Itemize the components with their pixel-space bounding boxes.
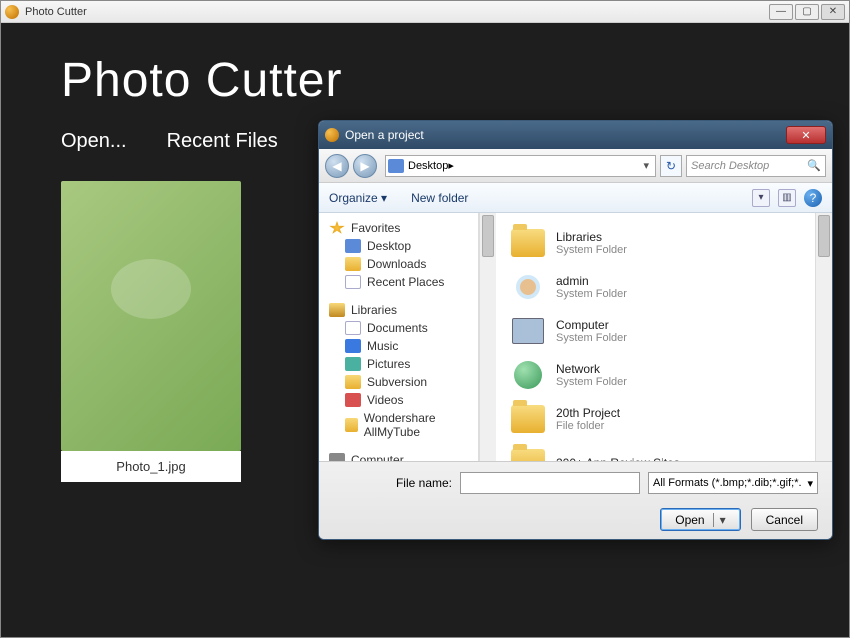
open-split-icon[interactable]: ▾: [713, 513, 726, 527]
titlebar: Photo Cutter — ▢ ✕: [1, 1, 849, 23]
folder-icon: [345, 375, 361, 389]
search-placeholder: Search Desktop: [691, 160, 769, 172]
help-button[interactable]: ?: [804, 189, 822, 207]
desktop-icon: [388, 159, 404, 173]
dialog-title: Open a project: [345, 128, 424, 142]
videos-icon: [345, 393, 361, 407]
tree-favorites[interactable]: Favorites: [319, 219, 478, 237]
file-list: LibrariesSystem Folder adminSystem Folde…: [496, 213, 832, 461]
dialog-icon: [325, 128, 339, 142]
preview-pane-button[interactable]: ▥: [778, 189, 796, 207]
libraries-icon: [329, 303, 345, 317]
recent-file-card[interactable]: Photo_1.jpg: [61, 181, 241, 482]
location-chevron-icon: ▸: [448, 159, 454, 172]
address-bar[interactable]: Desktop ▸ ▾: [385, 155, 656, 177]
star-icon: [329, 221, 345, 235]
recent-icon: [345, 275, 361, 289]
list-item[interactable]: LibrariesSystem Folder: [496, 221, 832, 265]
folder-icon: [345, 257, 361, 271]
libraries-icon: [511, 229, 545, 257]
tree-item-documents[interactable]: Documents: [319, 319, 478, 337]
open-file-dialog: Open a project ✕ ◀ ▶ Desktop ▸ ▾ ↻ Searc…: [318, 120, 833, 540]
folder-icon: [511, 405, 545, 433]
folder-icon: [511, 449, 545, 461]
dialog-close-button[interactable]: ✕: [786, 126, 826, 144]
organize-button[interactable]: Organize ▾: [329, 191, 387, 205]
new-folder-button[interactable]: New folder: [411, 191, 468, 205]
nav-back-button[interactable]: ◀: [325, 154, 349, 178]
tree-libraries[interactable]: Libraries: [319, 301, 478, 319]
thumbnail-filename: Photo_1.jpg: [61, 451, 241, 482]
open-button[interactable]: Open▾: [660, 508, 740, 531]
dialog-footer: File name: All Formats (*.bmp;*.dib;*.gi…: [319, 461, 832, 540]
app-icon: [5, 5, 19, 19]
list-scrollbar[interactable]: [815, 213, 832, 461]
tree-item-subversion[interactable]: Subversion: [319, 373, 478, 391]
search-input[interactable]: Search Desktop 🔍: [686, 155, 826, 177]
cancel-button[interactable]: Cancel: [751, 508, 818, 531]
dialog-navbar: ◀ ▶ Desktop ▸ ▾ ↻ Search Desktop 🔍: [319, 149, 832, 183]
tree-item-recent-places[interactable]: Recent Places: [319, 273, 478, 291]
tree-item-music[interactable]: Music: [319, 337, 478, 355]
user-icon: [516, 275, 540, 299]
list-item[interactable]: 20th ProjectFile folder: [496, 397, 832, 441]
dialog-titlebar: Open a project ✕: [319, 121, 832, 149]
computer-icon: [512, 318, 544, 344]
close-button[interactable]: ✕: [821, 4, 845, 20]
list-item[interactable]: adminSystem Folder: [496, 265, 832, 309]
computer-icon: [329, 453, 345, 461]
thumbnail-image: [61, 181, 241, 451]
tree-scrollbar[interactable]: [479, 213, 496, 461]
filename-input[interactable]: [460, 472, 640, 494]
desktop-icon: [345, 239, 361, 253]
music-icon: [345, 339, 361, 353]
chevron-down-icon: ▾: [807, 477, 813, 490]
refresh-button[interactable]: ↻: [660, 155, 682, 177]
tree-item-pictures[interactable]: Pictures: [319, 355, 478, 373]
filename-label: File name:: [396, 476, 452, 490]
documents-icon: [345, 321, 361, 335]
window-title: Photo Cutter: [25, 6, 87, 18]
tree-item-wondershare[interactable]: Wondershare AllMyTube: [319, 409, 478, 441]
current-location: Desktop: [408, 160, 448, 172]
dialog-toolbar: Organize ▾ New folder ▾ ▥ ?: [319, 183, 832, 213]
tree-item-videos[interactable]: Videos: [319, 391, 478, 409]
recent-files-menu[interactable]: Recent Files: [167, 130, 278, 153]
minimize-button[interactable]: —: [769, 4, 793, 20]
maximize-button[interactable]: ▢: [795, 4, 819, 20]
file-filter-dropdown[interactable]: All Formats (*.bmp;*.dib;*.gif;*.▾: [648, 472, 818, 494]
nav-tree: Favorites Desktop Downloads Recent Place…: [319, 213, 479, 461]
open-menu[interactable]: Open...: [61, 130, 127, 153]
list-item[interactable]: ComputerSystem Folder: [496, 309, 832, 353]
tree-computer[interactable]: Computer: [319, 451, 478, 461]
nav-forward-button[interactable]: ▶: [353, 154, 377, 178]
list-item[interactable]: NetworkSystem Folder: [496, 353, 832, 397]
view-mode-button[interactable]: ▾: [752, 189, 770, 207]
search-icon: 🔍: [807, 159, 821, 172]
pictures-icon: [345, 357, 361, 371]
address-dropdown-icon[interactable]: ▾: [639, 159, 653, 172]
tree-item-downloads[interactable]: Downloads: [319, 255, 478, 273]
app-title: Photo Cutter: [61, 53, 789, 108]
network-icon: [514, 361, 542, 389]
tree-item-desktop[interactable]: Desktop: [319, 237, 478, 255]
list-item[interactable]: 200+ App Review Sites: [496, 441, 832, 461]
folder-icon: [345, 418, 358, 432]
